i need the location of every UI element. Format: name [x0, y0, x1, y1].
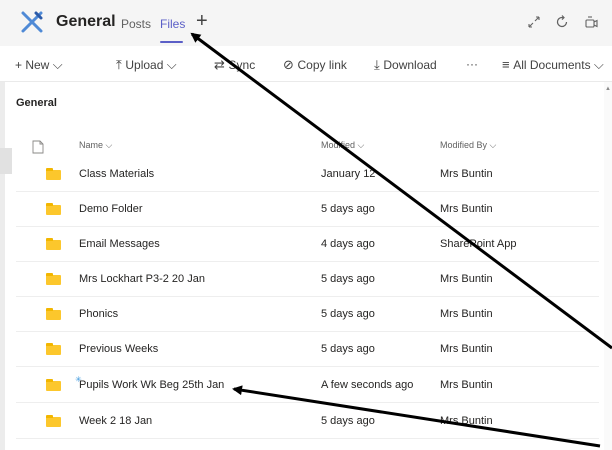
left-rail	[0, 82, 5, 450]
item-name[interactable]: Mrs Lockhart P3-2 20 Jan	[79, 273, 205, 285]
download-button[interactable]: ⤓ Download	[374, 57, 437, 73]
tab-posts[interactable]: Posts	[121, 17, 151, 31]
list-item[interactable]: Mrs Lockhart P3-2 20 Jan 5 days ago Mrs …	[16, 262, 599, 297]
item-modified: 5 days ago	[321, 308, 375, 320]
folder-icon	[46, 168, 61, 180]
item-modified: 5 days ago	[321, 273, 375, 285]
chevron-down-icon: ⌵	[593, 57, 604, 72]
download-icon: ⤓	[374, 57, 384, 72]
item-modified-by: Mrs Buntin	[440, 415, 493, 427]
item-modified-by: Mrs Buntin	[440, 203, 493, 215]
upload-icon: ⤒	[116, 57, 126, 72]
item-modified: 5 days ago	[321, 203, 375, 215]
item-modified: 5 days ago	[321, 343, 375, 355]
item-modified: A few seconds ago	[321, 379, 414, 391]
list-item[interactable]: Demo Folder 5 days ago Mrs Buntin	[16, 192, 599, 227]
folder-icon	[46, 379, 61, 391]
item-modified: 5 days ago	[321, 415, 375, 427]
teams-app-icon[interactable]	[20, 10, 44, 34]
tab-files[interactable]: Files	[160, 17, 185, 31]
channel-header: General Posts Files +	[0, 0, 612, 46]
new-button[interactable]: + New ⌵	[15, 57, 63, 73]
list-view-icon: ≡	[502, 57, 514, 72]
left-rail-marker	[0, 148, 12, 174]
list-item[interactable]: Previous Weeks 5 days ago Mrs Buntin	[16, 332, 599, 367]
more-button[interactable]: ···	[466, 57, 478, 71]
copy-link-button[interactable]: ⊘ Copy link	[283, 57, 347, 73]
list-item[interactable]: Phonics 5 days ago Mrs Buntin	[16, 297, 599, 332]
item-modified-by: Mrs Buntin	[440, 308, 493, 320]
library-title: General	[16, 97, 57, 109]
upload-button[interactable]: ⤒ Upload ⌵	[116, 57, 177, 73]
meet-icon[interactable]	[583, 14, 599, 30]
column-header-modified-by[interactable]: Modified By ⌵	[440, 140, 496, 151]
chevron-down-icon: ⌵	[166, 57, 177, 72]
item-modified-by: SharePoint App	[440, 238, 517, 250]
folder-icon	[46, 415, 61, 427]
item-name[interactable]: Pupils Work Wk Beg 25th Jan	[79, 379, 224, 391]
command-toolbar: + New ⌵ ⤒ Upload ⌵ ⇄ Sync ⊘ Copy link ⤓ …	[0, 46, 612, 82]
link-icon: ⊘	[283, 57, 298, 72]
expand-icon[interactable]	[526, 14, 542, 30]
refresh-icon[interactable]	[554, 14, 570, 30]
item-name[interactable]: Class Materials	[79, 168, 154, 180]
item-name[interactable]: Demo Folder	[79, 203, 143, 215]
item-name[interactable]: Previous Weeks	[79, 343, 158, 355]
file-type-icon	[32, 140, 44, 154]
item-modified-by: Mrs Buntin	[440, 343, 493, 355]
add-tab-button[interactable]: +	[196, 10, 208, 33]
item-modified-by: Mrs Buntin	[440, 379, 493, 391]
folder-icon	[46, 238, 61, 250]
folder-icon	[46, 308, 61, 320]
sync-icon: ⇄	[214, 57, 229, 72]
folder-icon	[46, 343, 61, 355]
list-item[interactable]: ✳ Pupils Work Wk Beg 25th Jan A few seco…	[16, 368, 599, 403]
column-header-modified[interactable]: Modified ⌵	[321, 140, 364, 151]
list-item[interactable]: Week 2 18 Jan 5 days ago Mrs Buntin	[16, 404, 599, 439]
vertical-scrollbar[interactable]	[604, 82, 612, 450]
active-tab-indicator	[160, 41, 183, 43]
scroll-up-arrow-icon[interactable]: ▲	[605, 86, 611, 92]
folder-icon	[46, 203, 61, 215]
sync-button[interactable]: ⇄ Sync	[214, 57, 255, 73]
chevron-down-icon: ⌵	[52, 57, 63, 72]
item-modified: 4 days ago	[321, 238, 375, 250]
view-selector[interactable]: ≡ All Documents ⌵	[502, 57, 604, 73]
channel-title: General	[56, 13, 116, 30]
folder-icon	[46, 273, 61, 285]
item-modified-by: Mrs Buntin	[440, 168, 493, 180]
item-name[interactable]: Week 2 18 Jan	[79, 415, 152, 427]
list-item[interactable]: Class Materials January 12 Mrs Buntin	[16, 157, 599, 192]
list-item[interactable]: Email Messages 4 days ago SharePoint App	[16, 227, 599, 262]
column-header-name[interactable]: Name ⌵	[79, 140, 112, 151]
item-name[interactable]: Email Messages	[79, 238, 160, 250]
item-name[interactable]: Phonics	[79, 308, 118, 320]
item-modified-by: Mrs Buntin	[440, 273, 493, 285]
item-modified: January 12	[321, 168, 376, 180]
